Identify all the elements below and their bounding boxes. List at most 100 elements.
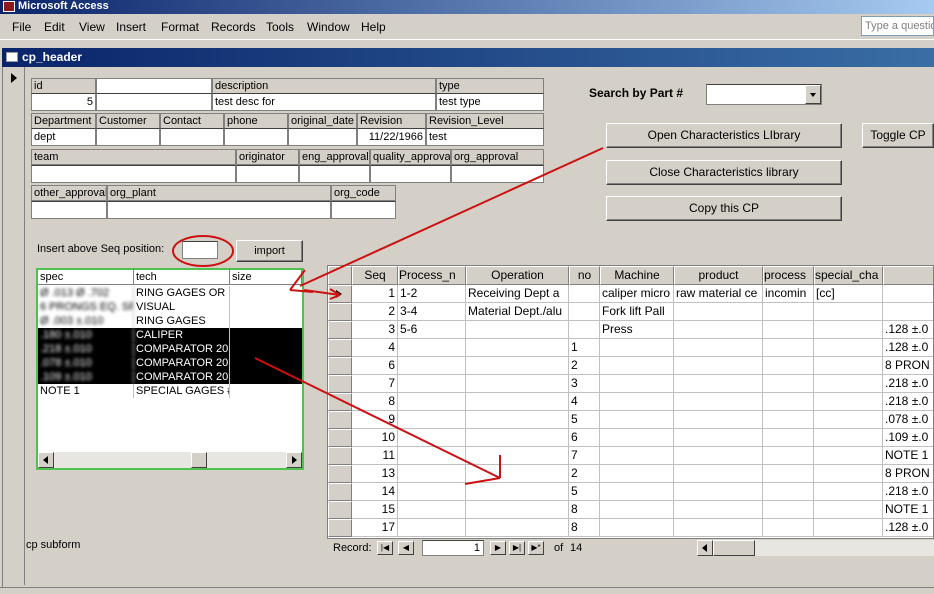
cell-no[interactable]: 7 <box>569 447 600 465</box>
cell-operation[interactable] <box>466 483 569 501</box>
customer-field[interactable] <box>96 128 160 146</box>
row-selector[interactable] <box>328 375 352 393</box>
revision-field[interactable]: 11/22/1966 <box>357 128 426 146</box>
cell-special[interactable] <box>814 465 883 483</box>
cell-seq[interactable]: 10 <box>352 429 398 447</box>
cell-spec[interactable]: .128 ±.0 <box>883 339 933 357</box>
col-header-no[interactable]: no <box>569 266 600 285</box>
cell-machine[interactable]: Press <box>600 321 674 339</box>
cell-special[interactable] <box>814 519 883 537</box>
table-row[interactable]: 10 6 .109 ±.0 <box>328 429 933 447</box>
cell-special[interactable] <box>814 447 883 465</box>
cell-no[interactable]: 8 <box>569 519 600 537</box>
cell-machine[interactable] <box>600 483 674 501</box>
list-item[interactable]: .078 ±.010 COMPARATOR 20 <box>38 356 302 370</box>
menu-edit[interactable]: Edit <box>44 20 65 34</box>
list-item[interactable]: .109 ±.010 COMPARATOR 20 <box>38 370 302 384</box>
cell-no[interactable] <box>569 285 600 303</box>
list-item[interactable]: .180 ±.010 CALIPER <box>38 328 302 342</box>
cell-proc[interactable] <box>763 339 814 357</box>
cell-spec[interactable]: .109 ±.0 <box>883 429 933 447</box>
cell-special[interactable] <box>814 321 883 339</box>
cell-no[interactable]: 5 <box>569 411 600 429</box>
cell-proc[interactable] <box>763 519 814 537</box>
row-selector[interactable] <box>328 501 352 519</box>
grid-horizontal-scrollbar[interactable] <box>755 540 934 556</box>
cell-operation[interactable] <box>466 321 569 339</box>
cell-process[interactable] <box>398 339 466 357</box>
cell-no[interactable]: 5 <box>569 483 600 501</box>
cell-operation[interactable] <box>466 375 569 393</box>
cell-product[interactable] <box>674 375 763 393</box>
cell-special[interactable] <box>814 393 883 411</box>
cell-no[interactable]: 1 <box>569 339 600 357</box>
table-row[interactable]: 8 4 .218 ±.0 <box>328 393 933 411</box>
col-header-special-char[interactable]: special_cha <box>814 266 883 285</box>
cell-proc[interactable] <box>763 375 814 393</box>
cell-product[interactable] <box>674 519 763 537</box>
cell-spec[interactable] <box>883 303 933 321</box>
cell-product[interactable] <box>674 411 763 429</box>
row-selector[interactable] <box>328 447 352 465</box>
cell-special[interactable] <box>814 303 883 321</box>
cell-no[interactable]: 2 <box>569 357 600 375</box>
cell-no[interactable]: 8 <box>569 501 600 519</box>
cell-special[interactable] <box>814 411 883 429</box>
cell-proc[interactable] <box>763 321 814 339</box>
cell-machine[interactable] <box>600 429 674 447</box>
cell-seq[interactable]: 2 <box>352 303 398 321</box>
col-header-machine[interactable]: Machine <box>600 266 674 285</box>
cell-process[interactable] <box>398 483 466 501</box>
cell-machine[interactable] <box>600 411 674 429</box>
list-item[interactable]: Ø .013 Ø .702 RING GAGES OR I <box>38 286 302 300</box>
scroll-thumb[interactable] <box>191 452 207 468</box>
menu-view[interactable]: View <box>79 20 105 34</box>
col-header-process[interactable]: process <box>763 266 814 285</box>
cell-machine[interactable] <box>600 357 674 375</box>
cell-special[interactable] <box>814 339 883 357</box>
row-selector[interactable] <box>328 303 352 321</box>
next-record-icon[interactable]: ▶ <box>490 541 506 555</box>
cell-proc[interactable]: incomin <box>763 285 814 303</box>
row-selector[interactable] <box>328 411 352 429</box>
originator-field[interactable] <box>236 165 299 183</box>
cell-spec[interactable]: .218 ±.0 <box>883 375 933 393</box>
cell-machine[interactable] <box>600 465 674 483</box>
cell-spec[interactable]: .218 ±.0 <box>883 483 933 501</box>
menu-format[interactable]: Format <box>161 20 199 34</box>
cell-no[interactable]: 6 <box>569 429 600 447</box>
row-selector[interactable] <box>328 519 352 537</box>
cell-product[interactable] <box>674 393 763 411</box>
cell-proc[interactable] <box>763 429 814 447</box>
cell-no[interactable]: 3 <box>569 375 600 393</box>
cell-product[interactable] <box>674 501 763 519</box>
table-row[interactable]: 7 3 .218 ±.0 <box>328 375 933 393</box>
table-row[interactable]: 9 5 .078 ±.0 <box>328 411 933 429</box>
cell-machine[interactable] <box>600 393 674 411</box>
cell-no[interactable] <box>569 303 600 321</box>
cell-proc[interactable] <box>763 303 814 321</box>
cell-product[interactable] <box>674 321 763 339</box>
cell-process[interactable]: 3-4 <box>398 303 466 321</box>
cell-spec[interactable]: .128 ±.0 <box>883 321 933 339</box>
cell-process[interactable] <box>398 411 466 429</box>
cell-seq[interactable]: 1 <box>352 285 398 303</box>
cell-spec[interactable]: .078 ±.0 <box>883 411 933 429</box>
cell-no[interactable] <box>569 321 600 339</box>
cell-operation[interactable] <box>466 501 569 519</box>
cell-product[interactable] <box>674 447 763 465</box>
scroll-right-icon[interactable] <box>286 452 302 468</box>
cell-operation[interactable]: Receiving Dept a <box>466 285 569 303</box>
table-row[interactable]: 3 5-6 Press .128 ±.0 <box>328 321 933 339</box>
cell-proc[interactable] <box>763 465 814 483</box>
cell-machine[interactable]: caliper micro <box>600 285 674 303</box>
cell-seq[interactable]: 13 <box>352 465 398 483</box>
cell-spec[interactable] <box>883 285 933 303</box>
cell-product[interactable] <box>674 357 763 375</box>
part-no-field[interactable] <box>96 93 212 111</box>
search-part-combo[interactable] <box>706 84 822 105</box>
cell-no[interactable]: 4 <box>569 393 600 411</box>
list-item[interactable]: 6 PRONGS EQ. SF VISUAL <box>38 300 302 314</box>
cell-process[interactable] <box>398 393 466 411</box>
cell-seq[interactable]: 9 <box>352 411 398 429</box>
